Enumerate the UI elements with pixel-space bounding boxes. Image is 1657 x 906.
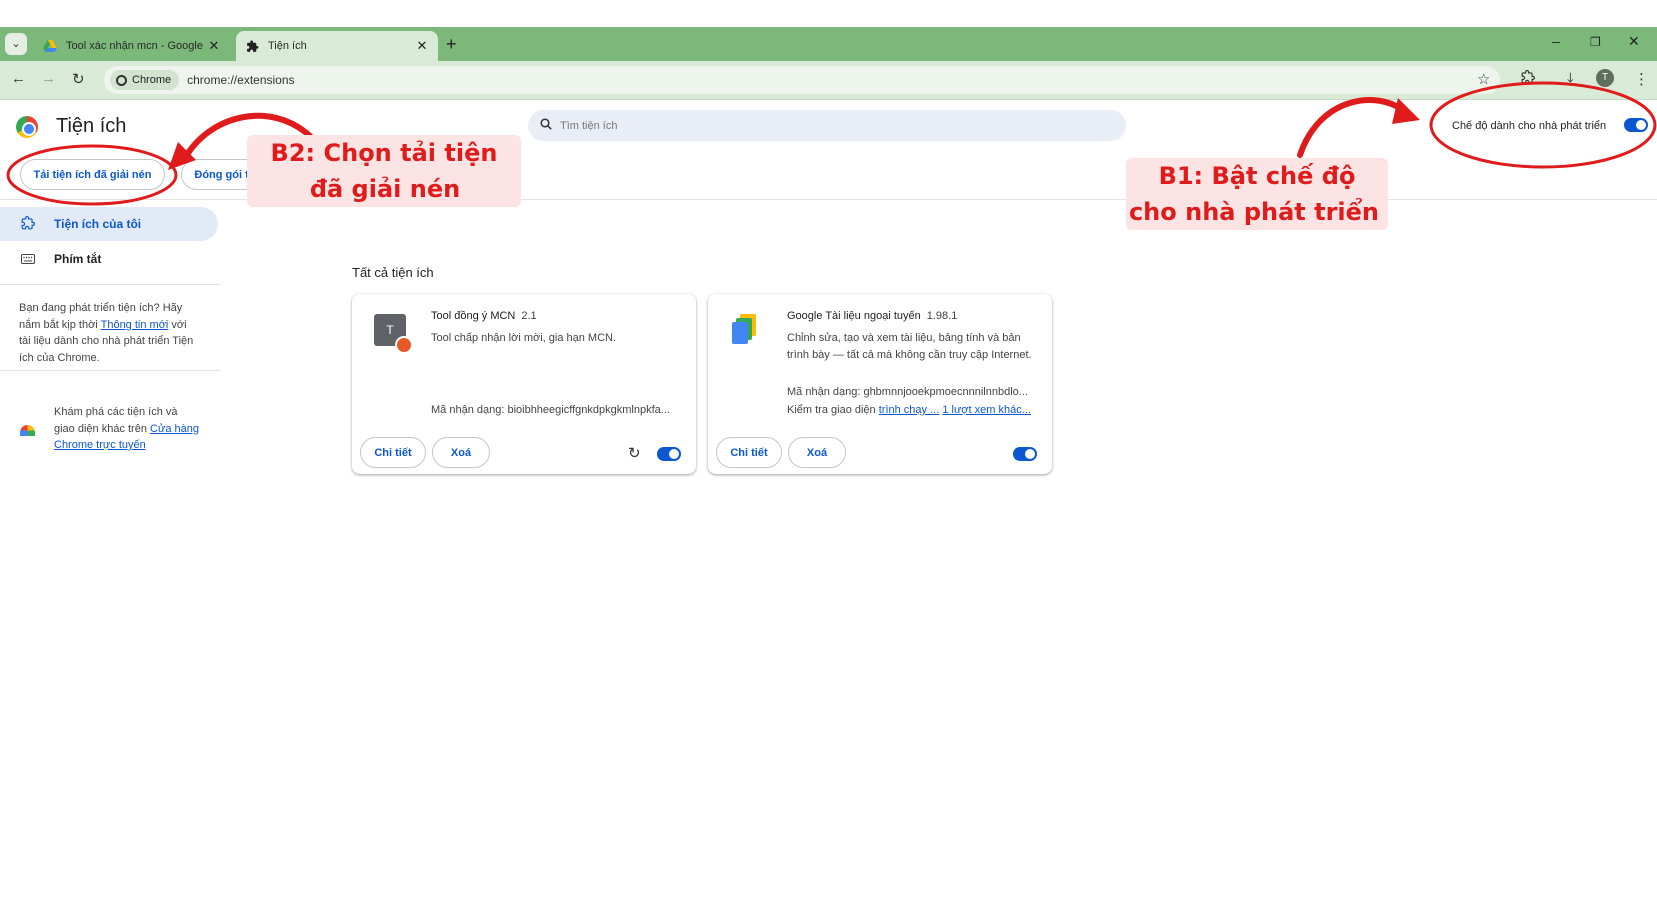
google-drive-icon <box>42 38 58 54</box>
extension-enable-toggle[interactable] <box>1013 447 1037 461</box>
reload-extension-icon[interactable]: ↻ <box>628 444 641 462</box>
minimize-icon[interactable]: – <box>1552 33 1560 49</box>
extension-name: Google Tài liệu ngoại tuyến <box>787 310 921 322</box>
tab-search-dropdown-icon[interactable]: ⌄ <box>5 33 27 55</box>
puzzle-outline-icon <box>20 215 36 233</box>
sidebar-divider <box>0 370 220 371</box>
search-box[interactable] <box>528 110 1126 141</box>
download-icon[interactable]: ⤓ <box>1567 70 1574 87</box>
new-tab-icon[interactable]: + <box>446 34 457 55</box>
extension-id: Mã nhận dạng: ghbmnnjooekpmoecnnnilnnbdl… <box>787 386 1028 398</box>
web-store-icon <box>20 425 35 436</box>
dev-mode-label: Chế độ dành cho nhà phát triển <box>1452 120 1607 132</box>
sidebar-item-label: Phím tắt <box>54 252 102 266</box>
inspect-link-more[interactable]: 1 lượt xem khác... <box>942 404 1031 416</box>
docs-sheet <box>732 322 748 344</box>
tab-title: Tool xác nhận mcn - Google Dr <box>66 40 206 52</box>
inspect-link-launcher[interactable]: trình chạy ... <box>879 404 940 416</box>
arrowhead-step1 <box>1392 98 1420 124</box>
extension-id: Mã nhận dạng: bioibhheegicffgnkdpkgkmlnp… <box>431 404 670 416</box>
extension-card-docs-offline: Google Tài liệu ngoại tuyến 1.98.1 Chỉnh … <box>708 294 1052 474</box>
inspect-label: Kiểm tra giao diện <box>787 404 876 416</box>
tab-extensions[interactable]: Tiện ích ✕ <box>236 31 438 61</box>
extension-name: Tool đồng ý MCN <box>431 310 516 322</box>
sidebar-divider <box>0 284 220 285</box>
whats-new-link[interactable]: Thông tin mới <box>101 319 169 331</box>
chrome-icon <box>116 74 127 86</box>
annotation-step2-line2: đã giải nén <box>305 171 465 207</box>
dev-promo-text: Bạn đang phát triển tiện ích? Hãy nắm bắ… <box>19 300 199 366</box>
unpacked-badge-icon <box>395 336 413 354</box>
top-strip <box>0 0 1657 27</box>
chip-label: Chrome <box>132 74 172 86</box>
site-chip[interactable]: Chrome <box>110 70 180 90</box>
inspect-views: Kiểm tra giao diện trình chạy ... 1 lượt… <box>787 404 1037 416</box>
extension-description: Chỉnh sửa, tạo và xem tài liệu, bảng tín… <box>787 332 1032 361</box>
extension-enable-toggle[interactable] <box>657 447 681 461</box>
sidebar-item-label: Tiện ích của tôi <box>54 217 142 231</box>
chrome-logo <box>16 116 38 138</box>
extension-name-row: Tool đồng ý MCN 2.1 <box>431 310 537 322</box>
tab-google-drive[interactable]: Tool xác nhận mcn - Google Dr ✕ <box>34 31 230 61</box>
forward-icon[interactable]: → <box>41 70 56 87</box>
search-input[interactable] <box>560 119 1060 132</box>
restore-icon[interactable]: ❐ <box>1590 35 1601 49</box>
url-text: chrome://extensions <box>187 73 295 87</box>
details-button[interactable]: Chi tiết <box>716 437 782 468</box>
extension-description: Tool chấp nhận lời mời, gia hạn MCN. <box>431 332 617 344</box>
remove-button[interactable]: Xoá <box>432 437 490 468</box>
arrow-step1 <box>1297 97 1408 158</box>
extension-version: 2.1 <box>521 310 537 322</box>
puzzle-icon <box>244 38 260 54</box>
search-icon <box>540 118 552 133</box>
page-title: Tiện ích <box>56 115 127 137</box>
browser-toolbar: ← → ↻ Chrome chrome://extensions ☆ ⤓ T ⋮ <box>0 61 1657 100</box>
back-icon[interactable]: ← <box>11 70 26 87</box>
tab-bar: ⌄ Tool xác nhận mcn - Google Dr ✕ Tiện í… <box>0 27 1657 61</box>
close-window-icon[interactable]: ✕ <box>1628 33 1640 50</box>
avatar[interactable]: T <box>1596 69 1614 87</box>
section-title: Tất cả tiện ích <box>352 265 434 280</box>
sidebar-item-shortcuts[interactable]: Phím tắt <box>0 242 218 276</box>
extension-card-mcn-tool: T Tool đồng ý MCN 2.1 Tool chấp nhận lời … <box>352 294 696 474</box>
extensions-icon[interactable] <box>1521 70 1535 88</box>
sidebar-item-my-extensions[interactable]: Tiện ích của tôi <box>0 207 218 241</box>
close-tab-icon[interactable]: ✕ <box>206 38 222 54</box>
tab-title: Tiện ích <box>268 40 307 52</box>
dev-mode-toggle[interactable] <box>1624 118 1648 132</box>
address-bar[interactable]: Chrome chrome://extensions <box>104 66 1500 94</box>
remove-button[interactable]: Xoá <box>788 437 846 468</box>
annotation-step1-line2: cho nhà phát triển <box>1126 194 1382 230</box>
extension-name-row: Google Tài liệu ngoại tuyến 1.98.1 <box>787 310 957 322</box>
tool-extension-icon: T <box>374 314 413 354</box>
close-tab-icon[interactable]: ✕ <box>414 38 430 54</box>
store-promo-text: Khám phá các tiện ích và giao diện khác … <box>54 404 199 454</box>
extension-version: 1.98.1 <box>926 310 958 322</box>
details-button[interactable]: Chi tiết <box>360 437 426 468</box>
google-docs-offline-icon <box>730 314 762 346</box>
reload-icon[interactable]: ↻ <box>72 70 85 88</box>
load-unpacked-button[interactable]: Tải tiện ích đã giải nén <box>20 159 165 190</box>
keyboard-icon <box>20 252 36 267</box>
menu-kebab-icon[interactable]: ⋮ <box>1634 70 1649 88</box>
bookmark-star-icon[interactable]: ☆ <box>1477 70 1490 88</box>
